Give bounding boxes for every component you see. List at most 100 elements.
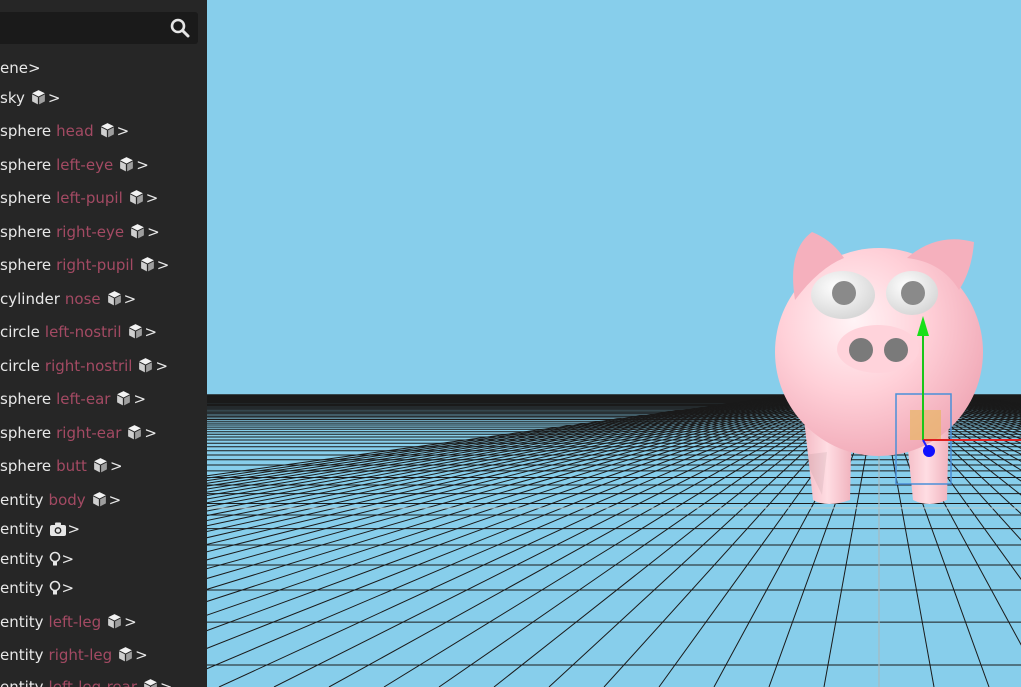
tree-row[interactable]: sphere left-pupil > bbox=[0, 188, 158, 208]
scene-canvas[interactable] bbox=[207, 0, 1021, 687]
tree-row[interactable]: cylinder nose > bbox=[0, 289, 136, 309]
tag-close: > bbox=[155, 357, 169, 375]
cube-icon bbox=[115, 390, 132, 412]
left-nostril[interactable] bbox=[849, 338, 873, 362]
lightbulb-icon bbox=[49, 580, 61, 601]
tag-close: > bbox=[47, 89, 61, 107]
tag-close: > bbox=[124, 613, 137, 631]
entity-id: nose bbox=[64, 290, 101, 308]
tree-row[interactable]: sphere left-eye > bbox=[0, 155, 149, 175]
cube-icon bbox=[106, 613, 123, 635]
entity-id: left-eye bbox=[56, 156, 114, 174]
cube-icon bbox=[127, 323, 144, 345]
tree-row[interactable]: sky > bbox=[0, 88, 60, 108]
entity-tag: sphere bbox=[0, 256, 52, 274]
tree-row[interactable]: entity left-leg-rear > bbox=[0, 677, 173, 687]
cube-icon bbox=[128, 189, 145, 211]
entity-tag: entity bbox=[0, 520, 44, 538]
tree-row[interactable]: circle left-nostril > bbox=[0, 322, 157, 342]
entity-tag: entity bbox=[0, 579, 44, 597]
tree-row[interactable]: sphere right-pupil > bbox=[0, 255, 169, 275]
cube-icon bbox=[91, 491, 108, 513]
tree-row[interactable]: entity left-leg > bbox=[0, 612, 137, 632]
tree-row[interactable]: sphere right-ear > bbox=[0, 423, 157, 443]
tree-row[interactable]: sphere butt > bbox=[0, 456, 123, 476]
entity-tag: entity bbox=[0, 678, 44, 687]
entity-tag: sphere bbox=[0, 457, 52, 475]
entity-tag: entity bbox=[0, 550, 44, 568]
tag-close: > bbox=[144, 323, 158, 341]
right-nostril[interactable] bbox=[884, 338, 908, 362]
tree-row[interactable]: entity right-leg > bbox=[0, 645, 148, 665]
tag-close: > bbox=[109, 457, 123, 475]
tag-close: > bbox=[135, 646, 148, 664]
tree-row[interactable]: circle right-nostril > bbox=[0, 356, 168, 376]
camera-icon bbox=[49, 521, 67, 542]
cube-icon bbox=[106, 290, 123, 312]
entity-tag: sphere bbox=[0, 223, 52, 241]
tree-row[interactable]: sphere left-ear > bbox=[0, 389, 146, 409]
entity-tag: sphere bbox=[0, 424, 52, 442]
entity-tag: ene> bbox=[0, 59, 41, 77]
tree-row[interactable]: sphere right-eye > bbox=[0, 222, 160, 242]
cube-icon bbox=[30, 89, 47, 111]
entity-id: butt bbox=[56, 457, 87, 475]
tree-row[interactable]: entity > bbox=[0, 578, 74, 598]
tag-close: > bbox=[123, 290, 137, 308]
entity-id: right-ear bbox=[56, 424, 122, 442]
entity-id: right-eye bbox=[56, 223, 125, 241]
entity-tag: sphere bbox=[0, 189, 52, 207]
tag-close: > bbox=[144, 424, 157, 442]
tag-close: > bbox=[61, 579, 75, 597]
cube-icon bbox=[126, 424, 143, 446]
cube-icon bbox=[117, 646, 134, 668]
entity-tag: entity bbox=[0, 613, 44, 631]
cube-icon bbox=[137, 357, 154, 379]
z-axis-knob[interactable] bbox=[923, 445, 935, 457]
tree-row[interactable]: ene> bbox=[0, 58, 41, 78]
search-icon[interactable] bbox=[170, 18, 190, 38]
entity-tag: sky bbox=[0, 89, 25, 107]
tag-close: > bbox=[67, 520, 81, 538]
cube-icon bbox=[129, 223, 146, 245]
entity-id: left-nostril bbox=[44, 323, 122, 341]
search-field[interactable] bbox=[0, 12, 198, 44]
entity-tag: sphere bbox=[0, 390, 52, 408]
cube-icon bbox=[118, 156, 135, 178]
tag-close: > bbox=[108, 491, 122, 509]
tree-row[interactable]: sphere head > bbox=[0, 121, 129, 141]
tag-close: > bbox=[160, 678, 173, 687]
entity-id: body bbox=[48, 491, 86, 509]
tag-close: > bbox=[145, 189, 159, 207]
entity-id: right-pupil bbox=[56, 256, 134, 274]
cube-icon bbox=[92, 457, 109, 479]
entity-id: left-leg bbox=[48, 613, 102, 631]
entity-id: left-leg-rear bbox=[48, 678, 138, 687]
tag-close: > bbox=[147, 223, 160, 241]
tree-row[interactable]: entity body > bbox=[0, 490, 121, 510]
entity-tag: circle bbox=[0, 323, 40, 341]
tag-close: > bbox=[133, 390, 147, 408]
entity-id: head bbox=[56, 122, 94, 140]
cube-icon bbox=[142, 678, 159, 687]
entity-id: right-nostril bbox=[44, 357, 133, 375]
gizmo-plane-handle[interactable] bbox=[910, 410, 941, 440]
tag-close: > bbox=[61, 550, 75, 568]
cube-icon bbox=[99, 122, 116, 144]
entity-tag: entity bbox=[0, 491, 44, 509]
entity-id: left-pupil bbox=[56, 189, 123, 207]
tree-row[interactable]: entity > bbox=[0, 549, 74, 569]
tag-close: > bbox=[136, 156, 149, 174]
entity-tag: cylinder bbox=[0, 290, 60, 308]
tree-row[interactable]: entity > bbox=[0, 519, 80, 539]
right-pupil[interactable] bbox=[901, 281, 925, 305]
lightbulb-icon bbox=[49, 551, 61, 572]
left-pupil[interactable] bbox=[832, 281, 856, 305]
entity-tag: sphere bbox=[0, 122, 52, 140]
entity-id: right-leg bbox=[48, 646, 113, 664]
entity-tag: circle bbox=[0, 357, 40, 375]
3d-viewport[interactable] bbox=[207, 0, 1021, 687]
entity-tag: sphere bbox=[0, 156, 52, 174]
entity-id: left-ear bbox=[56, 390, 111, 408]
cube-icon bbox=[139, 256, 156, 278]
